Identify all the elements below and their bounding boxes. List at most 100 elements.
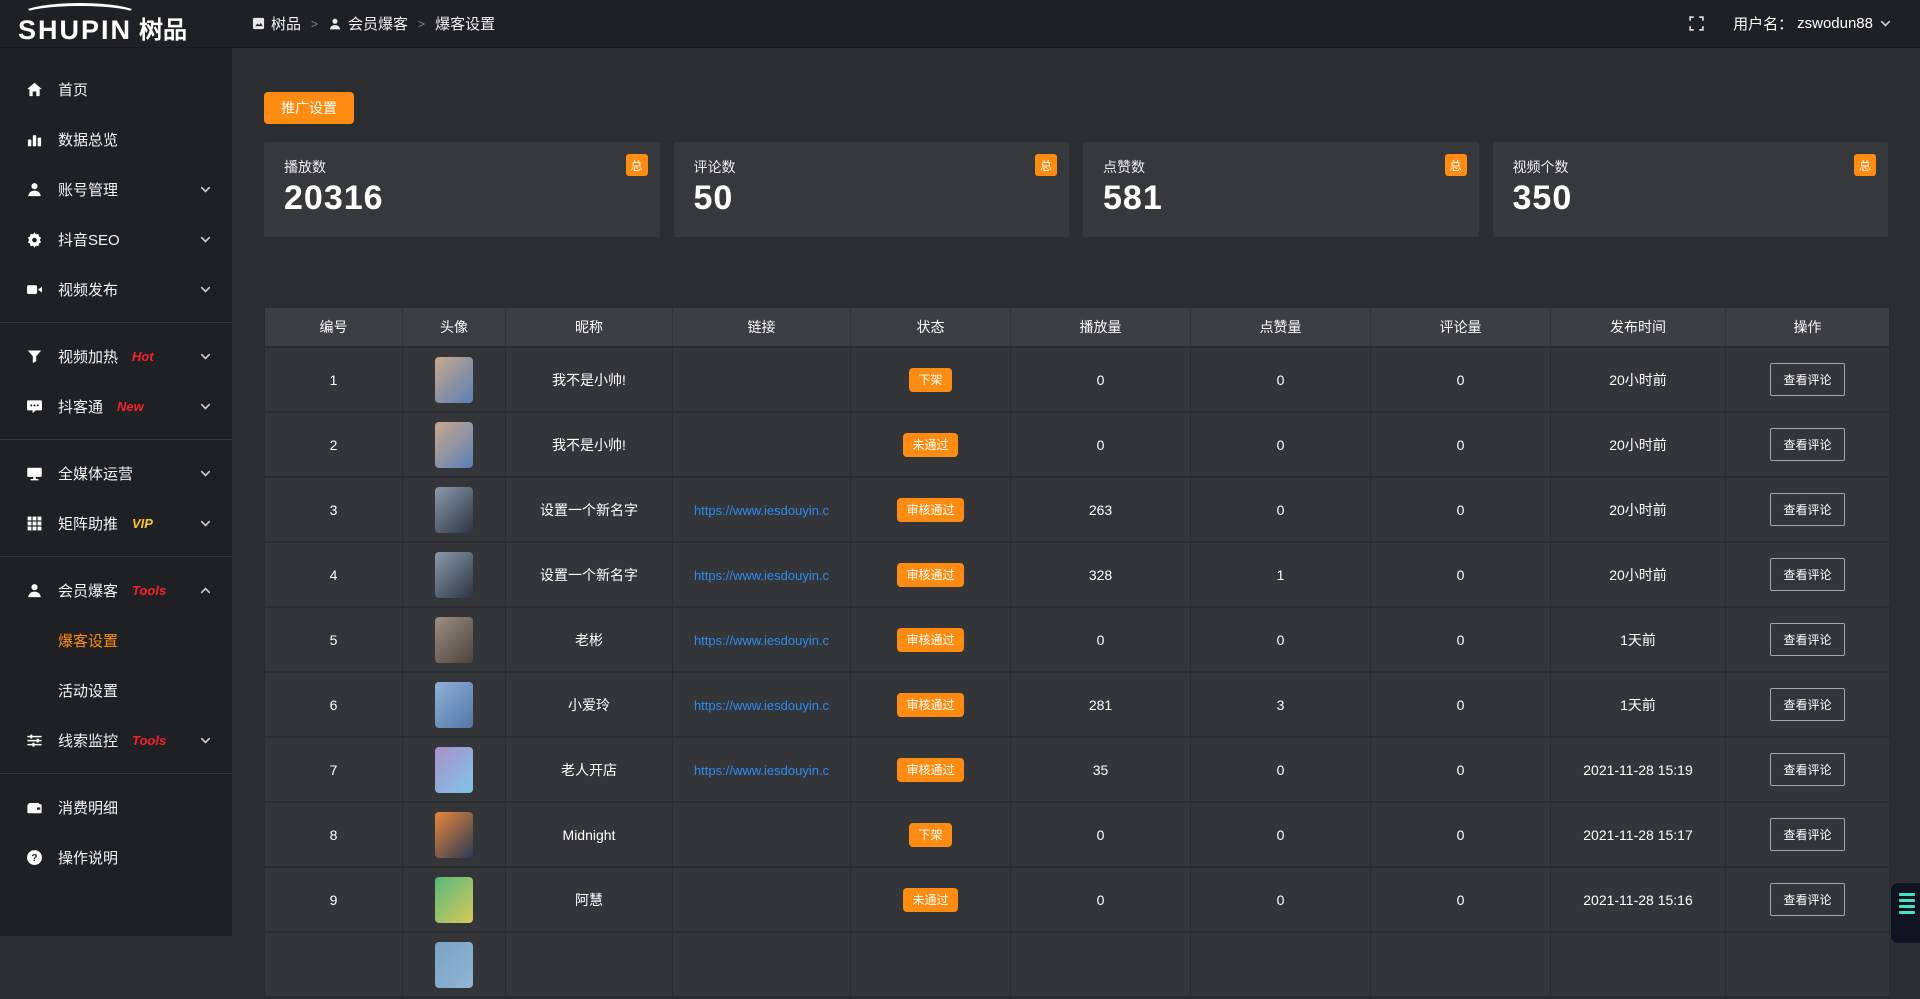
video-link[interactable]: https://www.iesdouyin.c [694, 633, 829, 648]
grid-icon [26, 515, 44, 532]
column-header: 链接 [673, 308, 851, 348]
sidebar-item-clue-monitor[interactable]: 线索监控Tools [0, 715, 232, 765]
sidebar-item-operation-guide[interactable]: ?操作说明 [0, 832, 232, 882]
view-comments-button[interactable]: 查看评论 [1770, 363, 1844, 396]
link-cell [673, 868, 851, 933]
nickname-cell: 设置一个新名字 [506, 478, 673, 543]
promo-settings-button[interactable]: 推广设置 [264, 92, 354, 124]
video-link[interactable]: https://www.iesdouyin.c [694, 763, 829, 778]
sidebar-item-member-baoke[interactable]: 会员爆客Tools [0, 565, 232, 615]
view-comments-button[interactable]: 查看评论 [1770, 493, 1844, 526]
gear-icon [26, 231, 44, 248]
nickname-cell [506, 933, 673, 998]
fullscreen-icon[interactable] [1688, 15, 1705, 32]
sidebar-divider [0, 322, 232, 323]
link-cell [673, 803, 851, 868]
topbar-right: 用户名：zswodun88 [1688, 13, 1920, 34]
status-badge: 审核通过 [897, 563, 963, 587]
view-comments-button[interactable]: 查看评论 [1770, 753, 1844, 786]
status-badge: 审核通过 [897, 628, 963, 652]
sidebar-item-activity-settings[interactable]: 活动设置 [0, 665, 232, 715]
video-link[interactable]: https://www.iesdouyin.c [694, 568, 829, 583]
username-value: zswodun88 [1797, 15, 1873, 32]
video-link[interactable]: https://www.iesdouyin.c [694, 503, 829, 518]
row-id-cell: 7 [265, 738, 403, 803]
avatar-cell [403, 543, 506, 608]
table-body: 1我不是小帅!下架00020小时前查看评论2我不是小帅!未通过00020小时前查… [265, 348, 1889, 998]
sidebar-item-matrix-boost[interactable]: 矩阵助推VIP [0, 498, 232, 548]
table-row: 2我不是小帅!未通过00020小时前查看评论 [265, 413, 1889, 478]
question-icon: ? [26, 849, 44, 866]
sidebar-item-data-overview[interactable]: 数据总览 [0, 114, 232, 164]
floating-widget[interactable] [1890, 882, 1920, 944]
stat-card: 评论数50总 [674, 142, 1070, 237]
sidebar: 首页数据总览账号管理抖音SEO视频发布视频加热Hot抖客通New全媒体运营矩阵助… [0, 48, 232, 936]
plays-cell [1011, 933, 1191, 998]
table-row [265, 933, 1889, 998]
link-cell: https://www.iesdouyin.c [673, 738, 851, 803]
avatar-cell [403, 933, 506, 998]
view-comments-button[interactable]: 查看评论 [1770, 883, 1844, 916]
breadcrumb-item[interactable]: 树品 [252, 13, 301, 34]
logo-text-cn: 树品 [139, 18, 187, 43]
column-header: 昵称 [506, 308, 673, 348]
stat-card-label: 点赞数 [1103, 157, 1459, 177]
action-cell: 查看评论 [1726, 608, 1889, 673]
status-badge: 审核通过 [897, 498, 963, 522]
sidebar-item-video-publish[interactable]: 视频发布 [0, 264, 232, 314]
comments-cell: 0 [1371, 738, 1551, 803]
comments-cell: 0 [1371, 478, 1551, 543]
avatar-cell [403, 803, 506, 868]
column-header: 操作 [1726, 308, 1889, 348]
action-cell: 查看评论 [1726, 413, 1889, 478]
row-id-cell: 9 [265, 868, 403, 933]
avatar [435, 552, 473, 598]
chevron-down-icon [199, 233, 212, 246]
view-comments-button[interactable]: 查看评论 [1770, 818, 1844, 851]
column-header: 状态 [851, 308, 1011, 348]
likes-cell: 0 [1191, 868, 1371, 933]
stat-card: 点赞数581总 [1083, 142, 1479, 237]
sidebar-item-label: 活动设置 [58, 680, 118, 701]
likes-cell: 0 [1191, 413, 1371, 478]
sidebar-item-media-operation[interactable]: 全媒体运营 [0, 448, 232, 498]
view-comments-button[interactable]: 查看评论 [1770, 688, 1844, 721]
view-comments-button[interactable]: 查看评论 [1770, 558, 1844, 591]
view-comments-button[interactable]: 查看评论 [1770, 623, 1844, 656]
sidebar-item-douyin-seo[interactable]: 抖音SEO [0, 214, 232, 264]
stat-cards: 播放数20316总评论数50总点赞数581总视频个数350总 [264, 142, 1888, 237]
row-id-cell: 6 [265, 673, 403, 738]
link-cell [673, 933, 851, 998]
column-header: 发布时间 [1551, 308, 1726, 348]
table-row: 7老人开店https://www.iesdouyin.c审核通过35002021… [265, 738, 1889, 803]
status-badge: 审核通过 [897, 758, 963, 782]
sidebar-item-home[interactable]: 首页 [0, 64, 232, 114]
avatar [435, 747, 473, 793]
breadcrumb-item[interactable]: 会员爆客 [328, 13, 408, 34]
link-cell [673, 413, 851, 478]
stat-card: 播放数20316总 [264, 142, 660, 237]
app-logo: SHUPIN 树品 [0, 0, 232, 48]
time-cell: 1天前 [1551, 673, 1726, 738]
time-cell: 2021-11-28 15:17 [1551, 803, 1726, 868]
avatar-cell [403, 478, 506, 543]
sidebar-item-baoke-settings[interactable]: 爆客设置 [0, 615, 232, 665]
nickname-cell: 设置一个新名字 [506, 543, 673, 608]
sidebar-item-account-management[interactable]: 账号管理 [0, 164, 232, 214]
video-table: 编号头像昵称链接状态播放量点赞量评论量发布时间操作1我不是小帅!下架00020小… [264, 307, 1890, 999]
plays-cell: 35 [1011, 738, 1191, 803]
sidebar-item-label: 矩阵助推 [58, 513, 118, 534]
status-cell: 审核通过 [851, 738, 1011, 803]
user-menu[interactable]: 用户名：zswodun88 [1733, 13, 1892, 34]
breadcrumb-item[interactable]: 爆客设置 [435, 13, 495, 34]
video-link[interactable]: https://www.iesdouyin.c [694, 698, 829, 713]
breadcrumb-label: 会员爆客 [348, 13, 408, 34]
column-header: 播放量 [1011, 308, 1191, 348]
avatar [435, 422, 473, 468]
sidebar-item-video-heat[interactable]: 视频加热Hot [0, 331, 232, 381]
likes-cell: 0 [1191, 478, 1371, 543]
action-cell: 查看评论 [1726, 478, 1889, 543]
view-comments-button[interactable]: 查看评论 [1770, 428, 1844, 461]
sidebar-item-consumption-details[interactable]: 消费明细 [0, 782, 232, 832]
sidebar-item-douketong[interactable]: 抖客通New [0, 381, 232, 431]
